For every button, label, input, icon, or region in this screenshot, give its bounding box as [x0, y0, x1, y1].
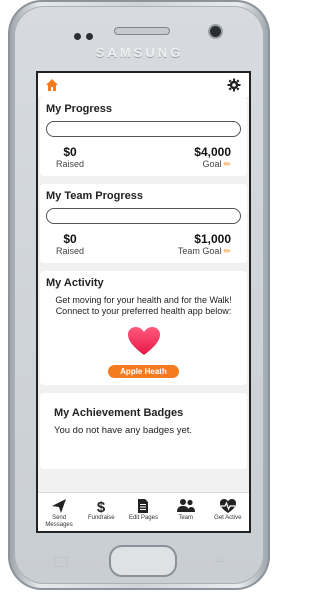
- team-progress-title: My Team Progress: [46, 190, 144, 202]
- device-brand: SAMSUNG: [95, 45, 184, 60]
- top-bar: [38, 73, 249, 97]
- recent-apps-button[interactable]: [54, 557, 68, 567]
- earpiece-speaker: [114, 27, 170, 35]
- team-icon: [176, 499, 195, 512]
- my-progress-title: My Progress: [46, 103, 113, 115]
- badges-empty-text: You do not have any badges yet.: [54, 424, 193, 436]
- dollar-icon: $: [97, 499, 106, 514]
- nav-fundraise[interactable]: $ Fundraise: [81, 493, 121, 522]
- team-goal-label: Team Goal: [177, 246, 222, 256]
- team-goal-amount: $1,000: [194, 232, 231, 246]
- nav-label-fundraise: Fundraise: [87, 515, 115, 521]
- edit-team-goal-pencil-icon[interactable]: ✏: [223, 246, 231, 256]
- nav-label-edit-pages: Edit Pages: [128, 515, 158, 521]
- my-progress-bar: [46, 121, 241, 137]
- goal-label: Goal: [202, 159, 222, 169]
- activity-title: My Activity: [46, 277, 104, 289]
- team-progress-bar: [46, 208, 241, 224]
- app-screen: My Progress $0 Raised $4,000 Goal ✏ My Te…: [36, 71, 251, 533]
- bottom-nav: Send Messages $ Fundraise Edit Pages Tea…: [38, 492, 249, 531]
- my-progress-card: My Progress $0 Raised $4,000 Goal ✏: [40, 97, 247, 176]
- nav-label-team: Team: [178, 515, 193, 521]
- badges-title: My Achievement Badges: [54, 406, 184, 419]
- team-raised-label: Raised: [56, 246, 85, 256]
- team-raised-amount: $0: [63, 232, 77, 246]
- edit-goal-pencil-icon[interactable]: ✏: [223, 159, 231, 169]
- nav-get-active[interactable]: Get Active: [208, 493, 248, 522]
- apple-health-button[interactable]: Apple Heath: [108, 364, 179, 378]
- nav-label-send-messages: Send Messages: [45, 515, 73, 528]
- gear-icon[interactable]: [227, 78, 241, 92]
- home-button[interactable]: [109, 545, 177, 577]
- send-icon: [52, 499, 67, 513]
- nav-send-messages[interactable]: Send Messages: [39, 493, 79, 528]
- document-icon: [138, 499, 149, 513]
- raised-amount: $0: [63, 145, 77, 159]
- heartbeat-icon: [219, 499, 236, 513]
- goal-amount: $4,000: [194, 145, 231, 159]
- nav-edit-pages[interactable]: Edit Pages: [123, 493, 163, 522]
- nav-team[interactable]: Team: [166, 493, 206, 522]
- activity-description: Get moving for your health and for the W…: [55, 295, 232, 317]
- home-icon[interactable]: [45, 78, 59, 92]
- nav-label-get-active: Get Active: [214, 515, 242, 521]
- raised-label: Raised: [56, 159, 85, 169]
- team-progress-card: My Team Progress $0 Raised $1,000 Team G…: [40, 184, 247, 263]
- heart-icon[interactable]: [127, 326, 161, 356]
- front-camera: [210, 26, 221, 37]
- svg-text:$: $: [97, 499, 106, 514]
- sensor-dots: [74, 27, 98, 45]
- activity-card: My Activity Get moving for your health a…: [40, 271, 247, 385]
- badges-card: My Achievement Badges You do not have an…: [40, 392, 247, 469]
- back-arrow-icon[interactable]: ↩: [216, 555, 225, 568]
